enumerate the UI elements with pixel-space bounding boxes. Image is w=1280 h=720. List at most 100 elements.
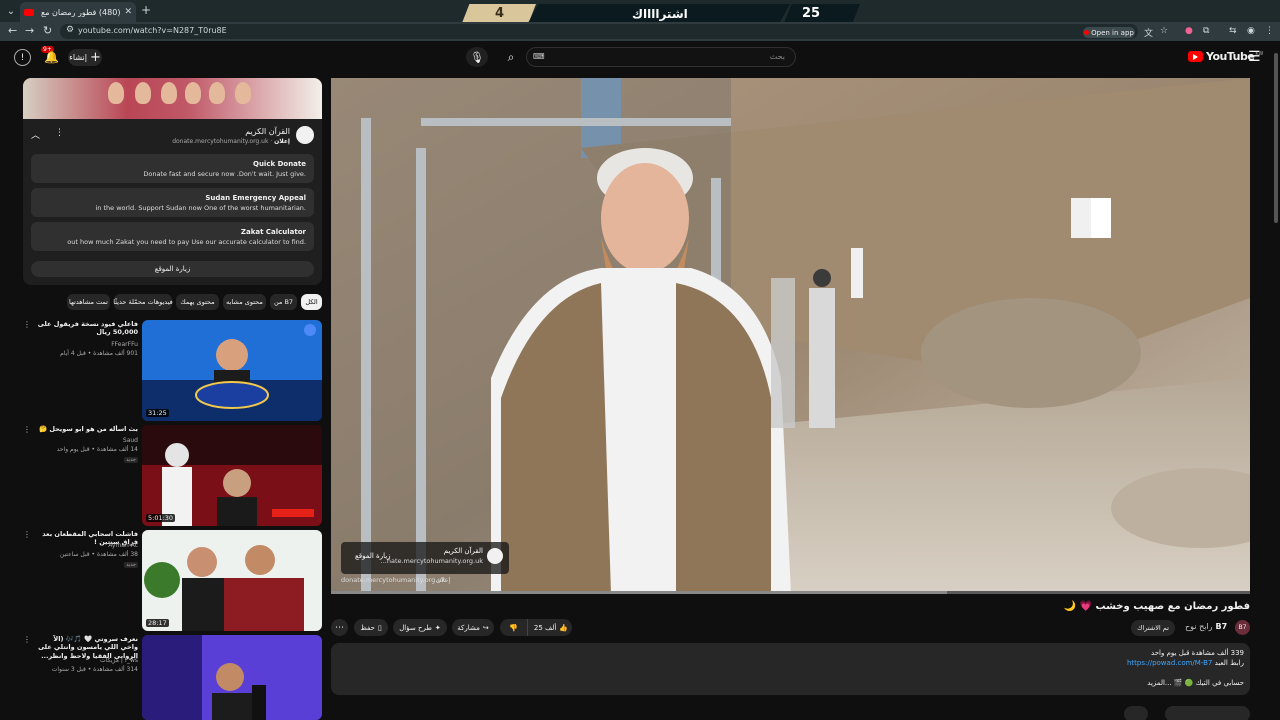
site-info-icon[interactable]: ⚙ bbox=[66, 25, 74, 35]
video-channel[interactable]: f_ws | مزيكات bbox=[100, 657, 138, 664]
subscribed-button[interactable]: تم الاشتراك bbox=[1131, 620, 1175, 636]
extension-icon[interactable]: ● bbox=[1185, 26, 1193, 36]
reload-icon[interactable]: ↻ bbox=[43, 24, 52, 37]
search-button[interactable]: ⌕ bbox=[500, 47, 522, 67]
sitelink-title: Zakat Calculator bbox=[240, 228, 306, 236]
ask-label: طرح سؤال bbox=[399, 623, 432, 632]
guide-menu-icon[interactable]: ☰ bbox=[1248, 49, 1261, 65]
ad-banner-image[interactable] bbox=[23, 78, 322, 119]
video-channel[interactable]: Ayman Ac bbox=[108, 542, 138, 549]
video-duration: 5:01:30 bbox=[146, 514, 176, 522]
notifications-bell-icon[interactable]: 🔔 bbox=[44, 50, 59, 64]
comment-action-button[interactable] bbox=[1165, 706, 1250, 720]
video-title[interactable]: بث اسأله من هو ابو سويحل 🤔 bbox=[37, 425, 138, 433]
description-box[interactable]: 339 ألف مشاهدة قبل يوم واحد رابط العبد h… bbox=[331, 643, 1250, 695]
video-duration: 28:17 bbox=[146, 619, 169, 627]
player-ad-card[interactable]: زيارة الموقع القرآن الكريم ...nate.mercy… bbox=[341, 542, 509, 574]
ad-sitelink[interactable]: Quick Donate Donate fast and secure now … bbox=[31, 154, 314, 183]
sponsor-name: القرآن الكريم bbox=[245, 127, 290, 136]
chip-related[interactable]: محتوى مشابه bbox=[223, 294, 266, 310]
video-thumbnail[interactable] bbox=[142, 530, 322, 631]
thumbs-up-icon: 👍 bbox=[559, 623, 569, 632]
scrollbar-thumb[interactable] bbox=[1274, 53, 1278, 223]
voice-search-button[interactable]: 🎙 bbox=[466, 47, 488, 67]
browser-tab[interactable]: (480) فطور رمضان مع صهيب ✕ bbox=[20, 2, 136, 22]
ad-sitelink[interactable]: Sudan Emergency Appeal in the world. Sup… bbox=[31, 188, 314, 217]
ask-button[interactable]: طرح سؤال ✦ bbox=[393, 619, 447, 636]
video-menu-icon[interactable]: ⋮ bbox=[23, 530, 31, 539]
video-thumbnail[interactable] bbox=[142, 425, 322, 526]
ad-badge: إعلان bbox=[436, 576, 451, 584]
visit-site-button[interactable]: زيارة الموقع bbox=[31, 261, 314, 277]
share-label: مشاركة bbox=[457, 623, 480, 632]
video-menu-icon[interactable]: ⋮ bbox=[23, 320, 31, 329]
like-button[interactable]: 25 ألف 👍 bbox=[530, 619, 572, 636]
more-actions-icon[interactable]: ⋯ bbox=[331, 619, 348, 636]
tab-search-icon[interactable]: ⌄ bbox=[3, 3, 19, 19]
url-text[interactable]: youtube.com/watch?v=N287_T0ru8E bbox=[78, 26, 227, 35]
ad-under-url[interactable]: donate.mercytohumanity.org.uk bbox=[341, 576, 445, 584]
channel-avatar[interactable]: B7 bbox=[1235, 620, 1250, 635]
recommended-video[interactable]: ⋮ نعرف سروتي 🤍 🎵🎶 (الآ واخي اللي يامسون … bbox=[23, 635, 322, 720]
sitelink-desc: in the world. Support Sudan now One of t… bbox=[95, 204, 306, 212]
dislike-button[interactable]: 👎 bbox=[500, 619, 528, 636]
extensions-puzzle-icon[interactable]: ⧉ bbox=[1203, 26, 1209, 36]
collapse-icon[interactable]: ︿ bbox=[31, 128, 40, 141]
share-button[interactable]: مشاركة ↪ bbox=[452, 619, 494, 636]
comment-sort-button[interactable] bbox=[1124, 706, 1148, 720]
new-tab-icon[interactable]: + bbox=[141, 3, 151, 17]
description-link-prefix: رابط العبد bbox=[1214, 659, 1244, 667]
open-in-app-button[interactable]: Open in app bbox=[1083, 27, 1135, 38]
address-bar[interactable]: ⚙ youtube.com/watch?v=N287_T0ru8E Open i… bbox=[60, 24, 1138, 39]
sponsor-url-line: إعلان · donate.mercytohumanity.org.uk bbox=[172, 138, 290, 145]
forward-icon[interactable]: → bbox=[25, 24, 34, 37]
page-scrollbar[interactable] bbox=[1272, 41, 1280, 720]
search-input[interactable]: ⌨ بحث bbox=[526, 47, 796, 67]
browser-menu-icon[interactable]: ⋮ bbox=[1265, 26, 1274, 36]
chip-from-channel[interactable]: من B7 bbox=[270, 294, 297, 310]
recommended-video[interactable]: 28:17 ⋮ فاشلت اسحابي المقطعان بعد فراق س… bbox=[23, 530, 322, 634]
description-more[interactable]: حسابي في التيك 🟢 🎬 ...المزيد bbox=[1147, 679, 1244, 687]
video-meta: 314 ألف مشاهدة • قبل 3 سنوات bbox=[51, 666, 138, 673]
sidebar-toggle-icon[interactable]: ⇆ bbox=[1229, 26, 1237, 36]
open-in-app-label: Open in app bbox=[1091, 28, 1134, 37]
video-thumbnail[interactable] bbox=[142, 320, 322, 421]
sidebar-ad-panel: ︿ ⋮ القرآن الكريم إعلان · donate.mercyto… bbox=[23, 78, 322, 285]
channel-name[interactable]: B7 bbox=[1216, 622, 1228, 631]
browser-toolbar: ← → ↻ ⚙ youtube.com/watch?v=N287_T0ru8E … bbox=[0, 22, 1280, 41]
sparkle-icon: ✦ bbox=[434, 623, 441, 632]
tab-close-icon[interactable]: ✕ bbox=[124, 7, 132, 17]
ad-sitelink[interactable]: Zakat Calculator out how much Zakat you … bbox=[31, 222, 314, 251]
progress-bar[interactable] bbox=[331, 591, 1250, 594]
video-thumbnail[interactable] bbox=[142, 635, 322, 720]
profile-icon[interactable]: ◉ bbox=[1247, 26, 1255, 36]
channel-info[interactable]: رابح نوح B7 bbox=[1185, 622, 1227, 631]
youtube-favicon-icon bbox=[24, 8, 34, 16]
chip-all[interactable]: الكل bbox=[301, 294, 322, 310]
video-title[interactable]: فاعلي فيود نسخة فريقول على 50,000 ريال bbox=[37, 320, 138, 337]
recommended-video[interactable]: 5:01:30 ⋮ بث اسأله من هو ابو سويحل 🤔 Sau… bbox=[23, 425, 322, 529]
video-menu-icon[interactable]: ⋮ bbox=[23, 425, 31, 434]
description-link[interactable]: https://powad.com/M-B7 bbox=[1127, 659, 1212, 667]
video-player[interactable] bbox=[331, 78, 1250, 594]
video-menu-icon[interactable]: ⋮ bbox=[23, 635, 31, 644]
sitelink-desc: out how much Zakat you need to pay Use o… bbox=[67, 238, 306, 246]
keyboard-icon[interactable]: ⌨ bbox=[533, 52, 545, 61]
bookmark-star-icon[interactable]: ☆ bbox=[1160, 26, 1168, 36]
translate-icon[interactable]: 文 bbox=[1144, 26, 1153, 39]
plus-icon: + bbox=[89, 50, 101, 65]
back-icon[interactable]: ← bbox=[8, 24, 17, 37]
new-badge: جديد bbox=[124, 562, 138, 568]
chip-recently-uploaded[interactable]: فيديوهات محمّلة حديثًا bbox=[113, 294, 173, 310]
video-channel[interactable]: Saud bbox=[123, 437, 138, 444]
account-avatar[interactable]: ! bbox=[14, 49, 31, 66]
recommended-video[interactable]: 31:25 ⋮ فاعلي فيود نسخة فريقول على 50,00… bbox=[23, 320, 322, 424]
ad-menu-icon[interactable]: ⋮ bbox=[55, 128, 64, 138]
save-button[interactable]: حفظ ▯ bbox=[354, 619, 388, 636]
create-button[interactable]: إنشاء + bbox=[68, 49, 102, 66]
video-channel[interactable]: FFearFFu bbox=[111, 341, 138, 348]
chip-watched[interactable]: تمت مشاهدتها bbox=[67, 294, 110, 310]
chip-for-you[interactable]: محتوى يهمك bbox=[176, 294, 219, 310]
video-meta: 901 ألف مشاهدة • قبل 4 أيام bbox=[60, 350, 138, 357]
like-count: 25 ألف bbox=[533, 623, 557, 632]
